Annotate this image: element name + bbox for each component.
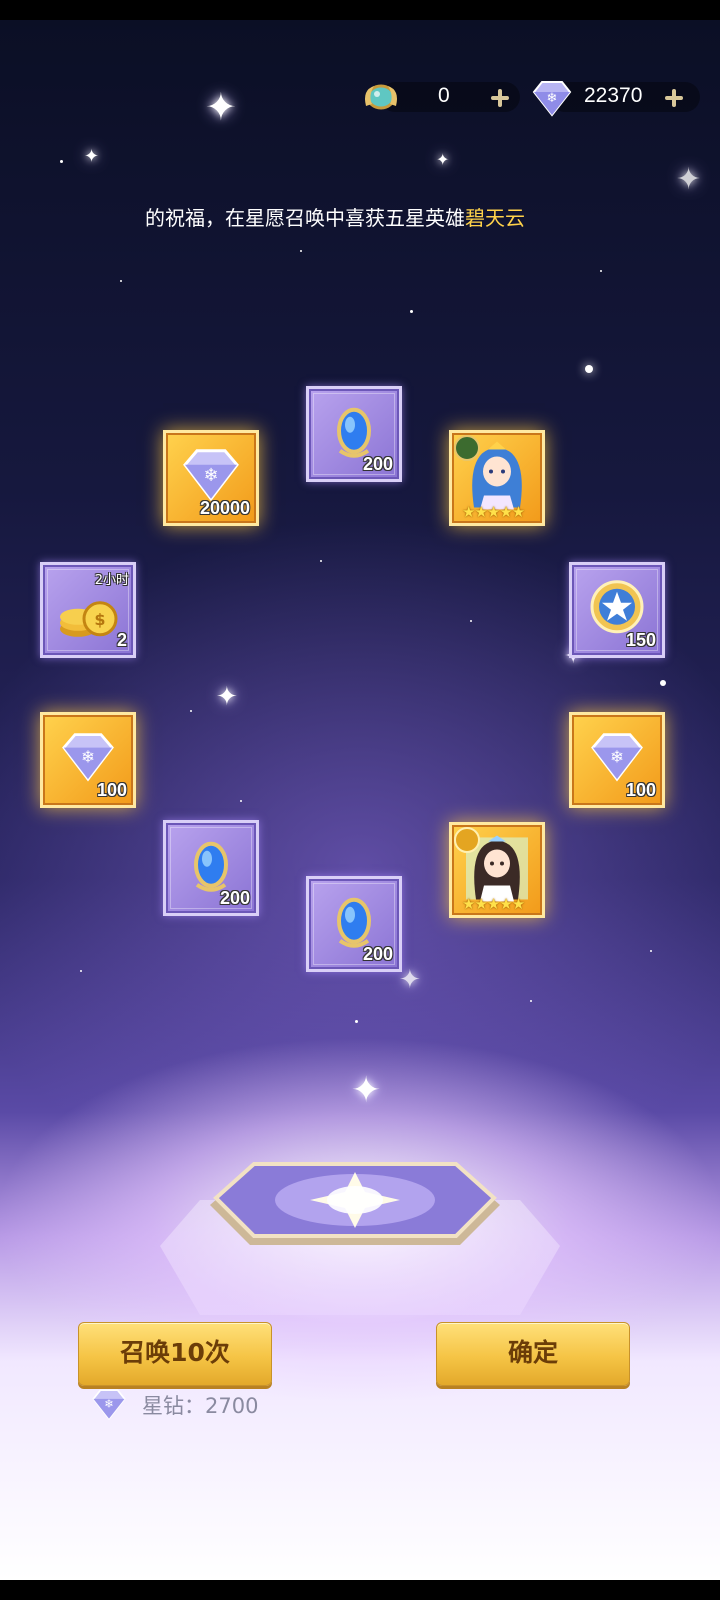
reward-card-blue-gem[interactable]: 200 [306, 386, 402, 482]
reward-count: 2 [116, 630, 127, 650]
reward-count: 20000 [199, 498, 250, 518]
sparkle-icon: ✦ [351, 1070, 382, 1111]
reward-count: 100 [625, 780, 656, 800]
background-star [410, 310, 413, 313]
reward-card-blue-gem[interactable]: 200 [163, 820, 259, 916]
sparkle-icon: ✦ [205, 85, 237, 129]
reward-count: 200 [362, 944, 393, 964]
sparkle-icon: ✦ [676, 162, 702, 197]
status-bar [0, 0, 720, 20]
announcement-marquee: 的祝福，在星愿召唤中喜获五星英雄碧天云 [145, 202, 573, 242]
summon-platform [210, 1150, 500, 1260]
navigation-bar [0, 1580, 720, 1600]
svg-text:❄: ❄ [203, 465, 218, 486]
reward-count: 150 [625, 630, 656, 650]
background-star [300, 250, 302, 252]
background-star [120, 280, 122, 282]
element-badge-icon [454, 435, 480, 461]
reward-card-star-medal[interactable]: 150 [569, 562, 665, 658]
svg-text:❄: ❄ [547, 91, 558, 106]
announcement-hero-name: 碧天云 [465, 206, 525, 230]
background-star [650, 950, 652, 952]
sparkle-icon: ✦ [216, 682, 238, 712]
svg-text:$: $ [94, 610, 105, 629]
hero-stars: ★★★★★ [462, 503, 525, 521]
svg-text:❄: ❄ [81, 746, 95, 766]
background-star [320, 560, 322, 562]
reward-card-hero[interactable]: ★★★★★ [449, 430, 545, 526]
sparkle-icon: ✦ [84, 146, 100, 167]
background-star [80, 970, 82, 972]
reward-count: 200 [362, 454, 393, 474]
reward-card-diamond-100[interactable]: ❄ 100 [40, 712, 136, 808]
background-star [530, 1000, 532, 1002]
diamond-value: 22370 [584, 84, 643, 107]
background-star [190, 710, 192, 712]
announcement-text: 的祝福，在星愿召唤中喜获五星英雄 [145, 206, 465, 230]
summon-result-screen: ✦ ✦ ✦ ✦ ✦ ✦ ✦ ✦ 0 ❄ 22370 的祝福，在星愿召唤中喜获五星… [0, 20, 720, 1580]
sparkle-icon: ✦ [436, 150, 450, 169]
confirm-button[interactable]: 确定 [436, 1322, 630, 1386]
reward-card-diamond-100[interactable]: ❄ 100 [569, 712, 665, 808]
hero-stars: ★★★★★ [462, 895, 525, 913]
summon-10-button[interactable]: 召唤10次 [78, 1322, 272, 1386]
add-coin-button[interactable] [490, 88, 510, 108]
svg-text:❄: ❄ [104, 1397, 113, 1410]
add-diamond-button[interactable] [664, 88, 684, 108]
svg-text:❄: ❄ [610, 746, 624, 766]
star-diamond-icon: ❄ [58, 731, 118, 787]
reward-card-hero[interactable]: ★★★★★ [449, 822, 545, 918]
reward-card-blue-gem[interactable]: 200 [306, 876, 402, 972]
background-star [600, 270, 602, 272]
reward-card-gold-coins[interactable]: 2小时 $ 2 [40, 562, 136, 658]
star-diamond-icon: ❄ [90, 1386, 128, 1422]
dragon-egg-icon [358, 76, 404, 116]
star-diamond-icon: ❄ [530, 78, 574, 118]
background-star [60, 160, 63, 163]
summon-cost-label: 星钻：2700 [142, 1394, 259, 1418]
background-star [240, 800, 242, 802]
background-star [585, 365, 593, 373]
reward-count: 200 [219, 888, 250, 908]
element-badge-icon [454, 827, 480, 853]
time-tag: 2小时 [94, 573, 129, 588]
reward-card-diamond-20000[interactable]: ❄ 20000 [163, 430, 259, 526]
gold-coins-icon: $ [56, 587, 120, 645]
background-star [470, 620, 472, 622]
reward-count: 100 [96, 780, 127, 800]
background-star [660, 680, 666, 686]
star-diamond-icon: ❄ [587, 731, 647, 787]
sparkle-icon: ✦ [399, 965, 421, 995]
background-star [355, 1020, 358, 1023]
coin-value: 0 [438, 84, 450, 107]
